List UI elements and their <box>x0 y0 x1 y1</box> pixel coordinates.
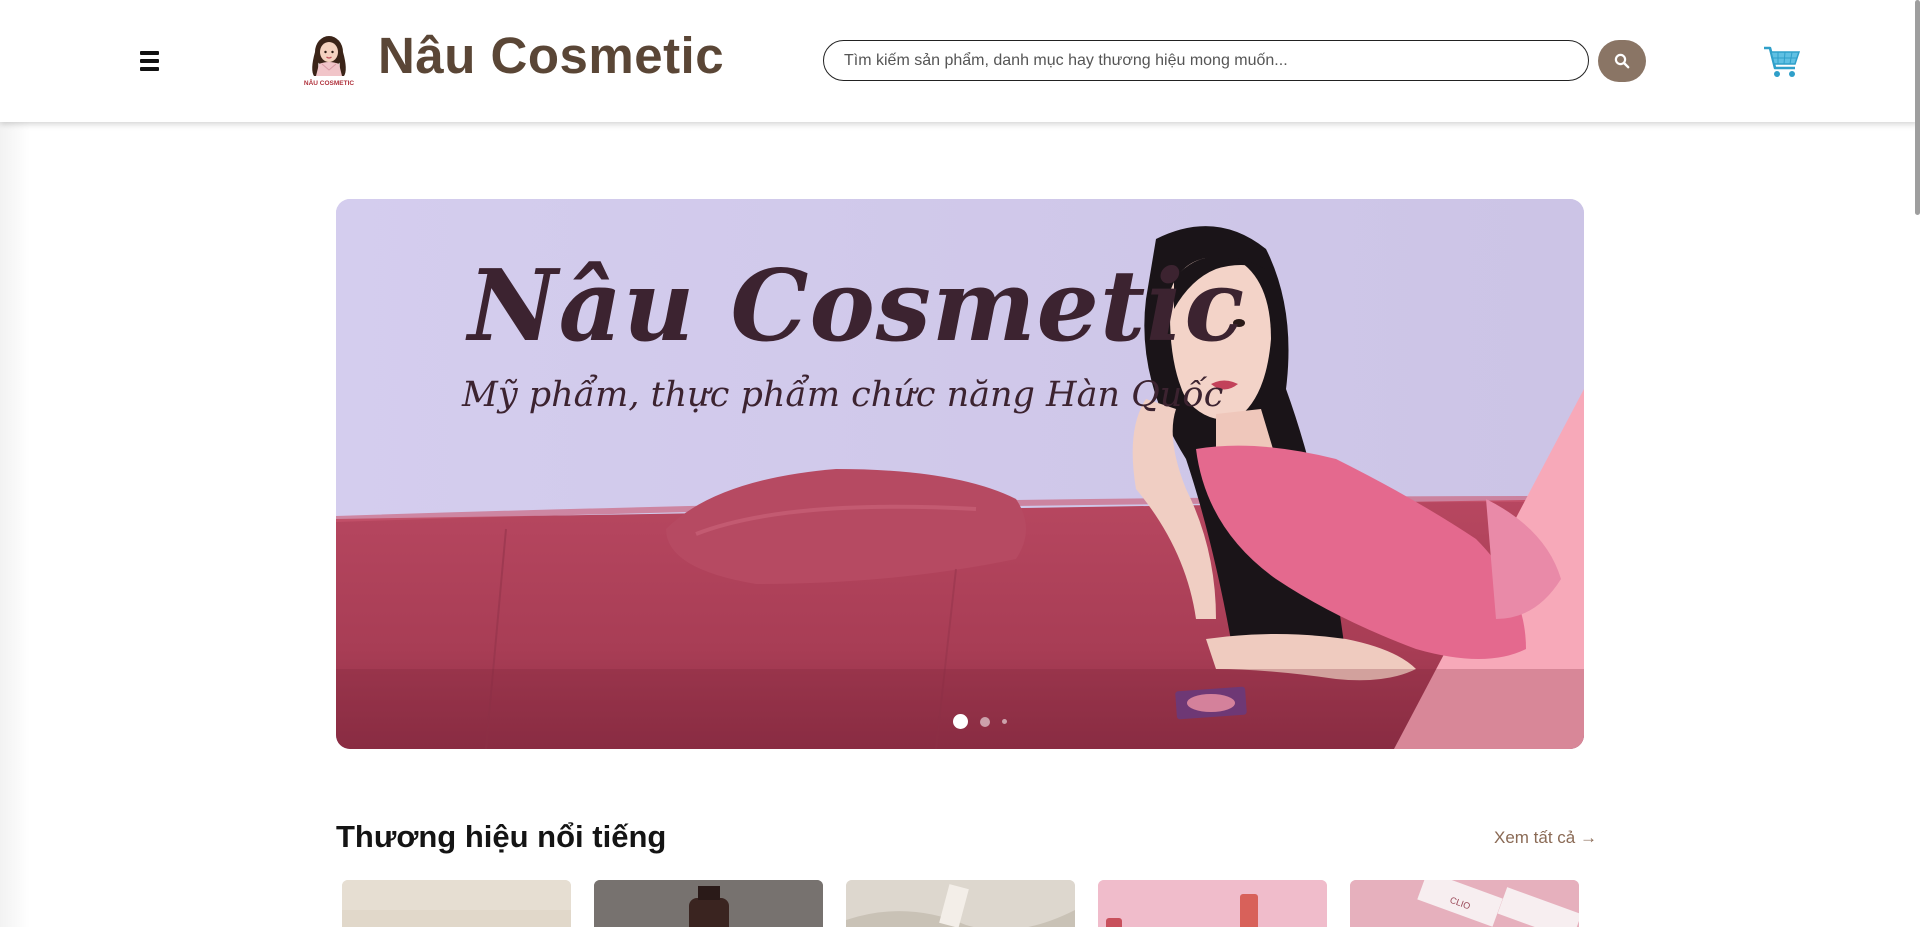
hamburger-menu-icon[interactable] <box>136 51 164 71</box>
shopping-cart-icon[interactable] <box>1762 44 1802 80</box>
banner-title: Nâu Cosmetic <box>468 249 1246 364</box>
brand-card-3[interactable] <box>846 880 1075 927</box>
brand-card-4[interactable] <box>1098 880 1327 927</box>
carousel-dot-2[interactable] <box>980 716 990 727</box>
logo-caption: NÂU COSMETIC <box>304 78 355 87</box>
site-name[interactable]: Nâu Cosmetic <box>378 26 724 85</box>
page-scrollbar[interactable] <box>1915 0 1920 215</box>
brand-card-2[interactable] <box>594 880 823 927</box>
banner-subtitle: Mỹ phẩm, thực phẩm chức năng Hàn Quốc <box>462 375 1224 415</box>
hero-banner[interactable]: Nâu Cosmetic Mỹ phẩm, thực phẩm chức năn… <box>336 199 1584 749</box>
search-icon <box>1614 53 1630 69</box>
carousel-dot-3[interactable] <box>1002 719 1007 724</box>
brand-card-1[interactable] <box>342 880 571 927</box>
site-header: NÂU COSMETIC Nâu Cosmetic <box>0 0 1918 122</box>
logo-icon[interactable]: NÂU COSMETIC <box>300 30 358 88</box>
page: NÂU COSMETIC Nâu Cosmetic Tìm kiếm sản p… <box>0 0 1920 927</box>
view-all-link[interactable]: Xem tất cả → <box>1494 828 1597 848</box>
brand-card-5[interactable]: CLIO <box>1350 880 1579 927</box>
brands-section-title: Thương hiệu nổi tiếng <box>336 819 667 854</box>
left-shadow <box>0 122 30 927</box>
search-button[interactable] <box>1598 40 1646 82</box>
search-input[interactable] <box>823 40 1589 81</box>
carousel-dots <box>953 714 1019 729</box>
carousel-dot-1[interactable] <box>953 714 968 729</box>
